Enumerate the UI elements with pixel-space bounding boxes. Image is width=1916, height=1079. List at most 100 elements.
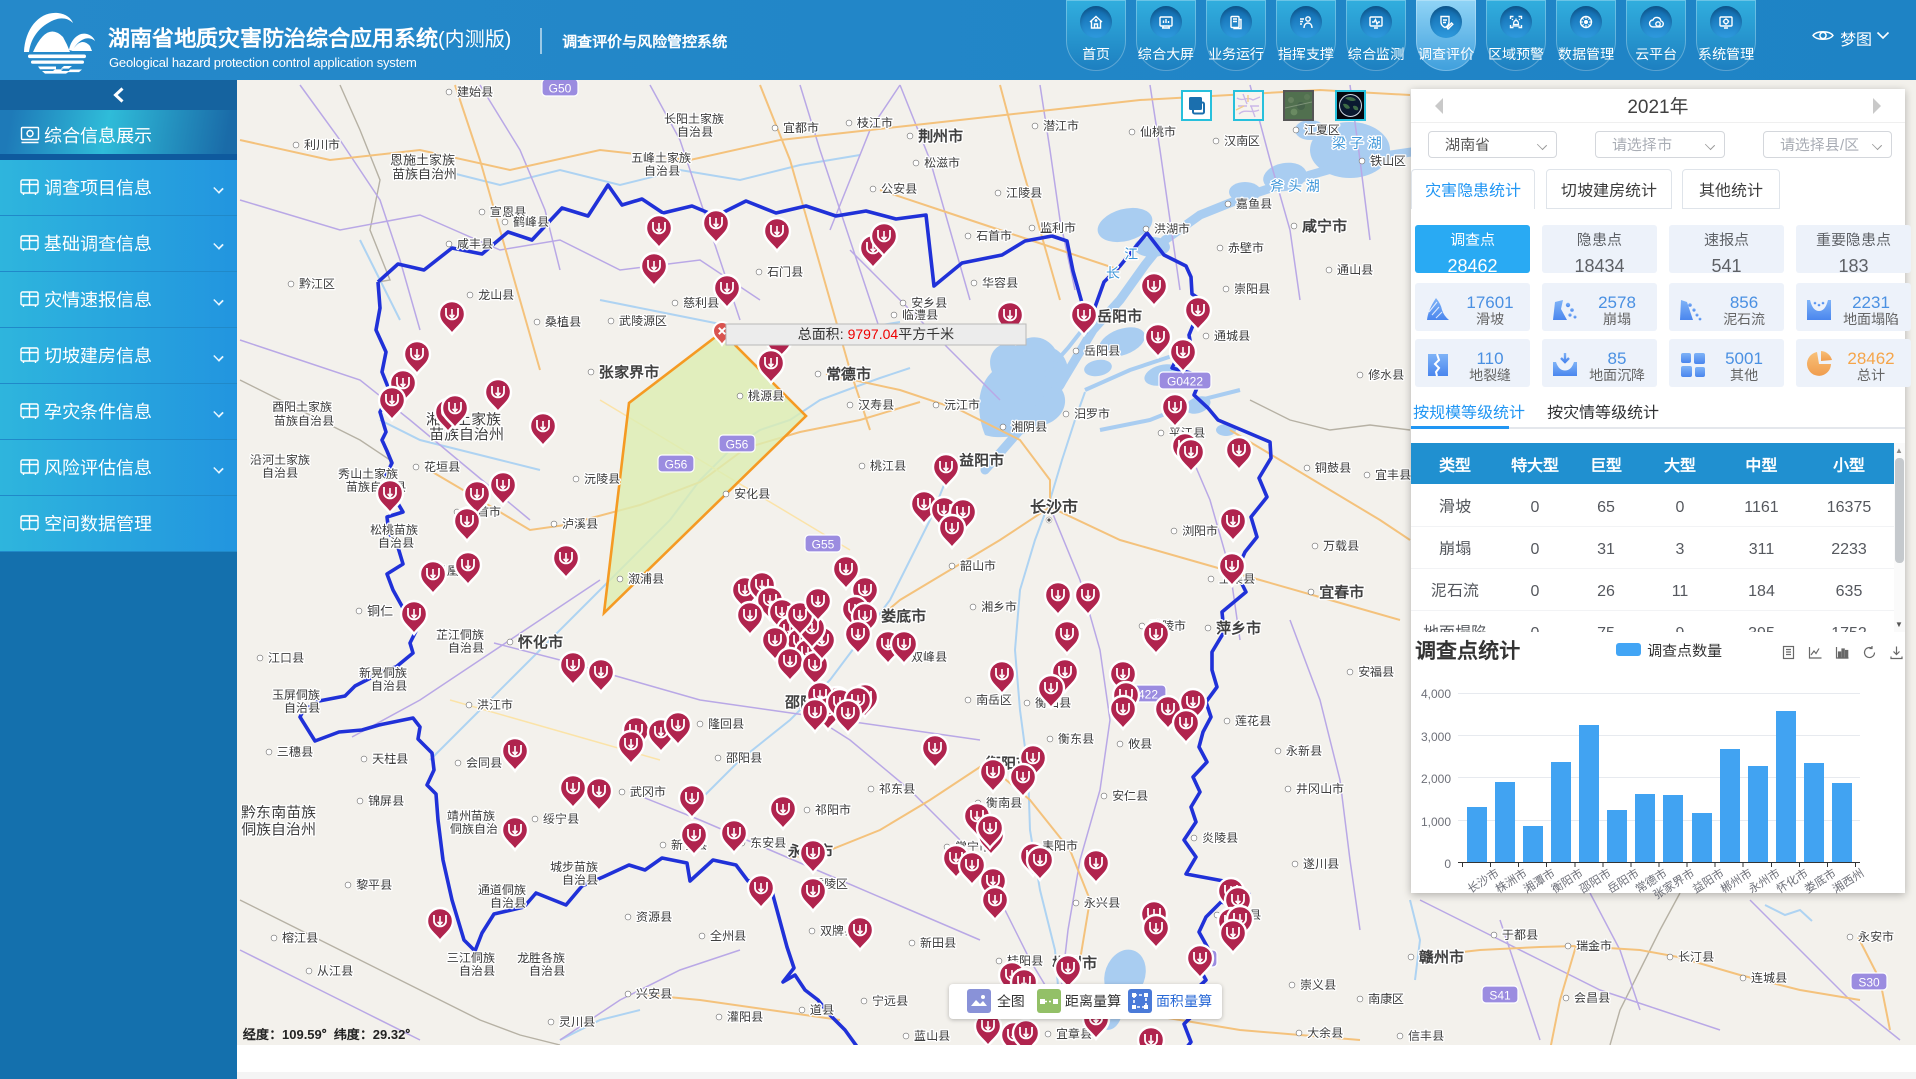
- svg-text:道县: 道县: [810, 1001, 834, 1018]
- svg-text:武陵源区: 武陵源区: [619, 312, 667, 329]
- svg-text:咸宁市: 咸宁市: [1301, 215, 1347, 236]
- svg-text:崇阳县: 崇阳县: [1234, 280, 1270, 297]
- svg-text:S30: S30: [1858, 976, 1880, 990]
- svg-text:从江县: 从江县: [317, 962, 353, 979]
- svg-text:隆回县: 隆回县: [708, 715, 744, 732]
- svg-text:会同县: 会同县: [466, 754, 502, 771]
- svg-text:桃江县: 桃江县: [870, 457, 906, 474]
- svg-text:汨罗市: 汨罗市: [1074, 405, 1110, 422]
- svg-text:自治县: 自治县: [644, 162, 680, 179]
- svg-text:利川市: 利川市: [304, 136, 340, 153]
- svg-text:长沙市: 长沙市: [1030, 494, 1078, 518]
- svg-text:荆州市: 荆州市: [918, 125, 963, 146]
- svg-text:衡南县: 衡南县: [986, 794, 1022, 811]
- svg-text:灌阳县: 灌阳县: [727, 1008, 763, 1025]
- svg-text:修水县: 修水县: [1368, 366, 1404, 383]
- svg-text:资源县: 资源县: [636, 908, 672, 925]
- svg-text:铁山区: 铁山区: [1370, 152, 1406, 169]
- svg-text:嘉鱼县: 嘉鱼县: [1236, 195, 1272, 212]
- svg-text:G56: G56: [665, 458, 688, 472]
- svg-text:S41: S41: [1489, 989, 1511, 1003]
- svg-text:G55: G55: [812, 538, 835, 552]
- svg-text:衡东县: 衡东县: [1058, 730, 1094, 747]
- svg-text:石门县: 石门县: [767, 263, 803, 280]
- svg-text:兴安县: 兴安县: [636, 985, 672, 1002]
- svg-text:宜都市: 宜都市: [783, 119, 819, 136]
- svg-text:井冈山市: 井冈山市: [1296, 780, 1344, 797]
- svg-text:建始县: 建始县: [457, 83, 493, 100]
- svg-text:瑞金市: 瑞金市: [1576, 937, 1612, 954]
- svg-text:自治县: 自治县: [378, 534, 414, 551]
- svg-text:天柱县: 天柱县: [372, 750, 408, 767]
- svg-text:桃源县: 桃源县: [748, 387, 784, 404]
- svg-text:岳阳市: 岳阳市: [1097, 305, 1142, 326]
- svg-text:永安市: 永安市: [1857, 928, 1894, 945]
- svg-text:常德市: 常德市: [826, 363, 871, 384]
- svg-text:慈利县: 慈利县: [683, 294, 719, 311]
- svg-text:黎平县: 黎平县: [356, 876, 392, 893]
- svg-text:浏阳市: 浏阳市: [1182, 522, 1218, 539]
- svg-text:崇义县: 崇义县: [1300, 976, 1336, 993]
- svg-text:泸溪县: 泸溪县: [562, 515, 598, 532]
- svg-text:汉南区: 汉南区: [1224, 132, 1260, 149]
- svg-text:永兴县: 永兴县: [1083, 894, 1120, 911]
- svg-text:东安县: 东安县: [750, 834, 786, 851]
- svg-text:苗族自治州: 苗族自治州: [429, 423, 504, 444]
- svg-text:梁 子 湖: 梁 子 湖: [1332, 133, 1382, 153]
- svg-text:侗族自治: 侗族自治: [450, 820, 498, 837]
- svg-text:枝江市: 枝江市: [857, 114, 893, 131]
- svg-text:自治县: 自治县: [459, 962, 495, 979]
- svg-text:祁阳市: 祁阳市: [815, 801, 851, 818]
- svg-text:榕江县: 榕江县: [282, 929, 318, 946]
- svg-text:溆浦县: 溆浦县: [628, 570, 664, 587]
- svg-text:黔江区: 黔江区: [299, 275, 335, 292]
- svg-text:萍乡市: 萍乡市: [1215, 617, 1261, 638]
- svg-text:自治县: 自治县: [371, 677, 407, 694]
- svg-text:咸丰县: 咸丰县: [457, 235, 493, 252]
- svg-text:监利市: 监利市: [1040, 219, 1076, 236]
- svg-text:侗族自治州: 侗族自治州: [241, 818, 316, 839]
- svg-text:会昌县: 会昌县: [1574, 989, 1610, 1006]
- svg-text:龙山县: 龙山县: [478, 286, 514, 303]
- svg-text:湘阴县: 湘阴县: [1011, 418, 1047, 435]
- svg-text:自治县: 自治县: [448, 639, 484, 656]
- svg-text:江口县: 江口县: [268, 649, 304, 666]
- svg-text:万载县: 万载县: [1323, 537, 1359, 554]
- svg-text:灵川县: 灵川县: [559, 1013, 595, 1030]
- svg-text:长: 长: [1106, 263, 1120, 283]
- svg-text:斧 头 湖: 斧 头 湖: [1270, 176, 1320, 196]
- svg-text:铜鼓县: 铜鼓县: [1315, 459, 1351, 476]
- svg-text:益阳市: 益阳市: [959, 449, 1004, 470]
- svg-text:赣州市: 赣州市: [1418, 946, 1464, 967]
- svg-text:苗族自治县: 苗族自治县: [274, 412, 334, 429]
- svg-text:安化县: 安化县: [734, 485, 770, 502]
- svg-text:自治县: 自治县: [562, 871, 598, 888]
- svg-text:潜江市: 潜江市: [1043, 117, 1079, 134]
- svg-text:永新县: 永新县: [1285, 742, 1322, 759]
- svg-text:岳阳县: 岳阳县: [1084, 342, 1120, 359]
- svg-text:自治县: 自治县: [490, 894, 526, 911]
- svg-text:仙桃市: 仙桃市: [1140, 123, 1176, 140]
- svg-text:莲花县: 莲花县: [1235, 712, 1271, 729]
- svg-text:信丰县: 信丰县: [1408, 1027, 1444, 1044]
- svg-text:南康区: 南康区: [1368, 990, 1404, 1007]
- svg-text:新田县: 新田县: [920, 934, 956, 951]
- svg-text:铜仁: 铜仁: [367, 601, 393, 620]
- svg-text:攸县: 攸县: [1128, 735, 1152, 752]
- svg-text:洪湖市: 洪湖市: [1154, 220, 1190, 237]
- svg-text:公安县: 公安县: [881, 180, 917, 197]
- svg-text:蓝山县: 蓝山县: [914, 1027, 950, 1044]
- svg-text:总面积: 9797.04平方千米: 总面积: 9797.04平方千米: [798, 324, 954, 344]
- svg-text:石首市: 石首市: [976, 227, 1012, 244]
- svg-text:怀化市: 怀化市: [518, 631, 563, 652]
- svg-text:张家界市: 张家界市: [599, 361, 659, 382]
- svg-text:鹤峰县: 鹤峰县: [513, 213, 549, 230]
- svg-text:G0422: G0422: [1167, 375, 1203, 389]
- svg-text:赤壁市: 赤壁市: [1228, 239, 1264, 256]
- svg-text:大余县: 大余县: [1307, 1024, 1343, 1041]
- svg-text:通城县: 通城县: [1214, 327, 1250, 344]
- svg-text:华容县: 华容县: [982, 274, 1018, 291]
- svg-text:江: 江: [1124, 244, 1138, 264]
- svg-text:宜春市: 宜春市: [1319, 581, 1364, 602]
- svg-text:韶山市: 韶山市: [960, 557, 996, 574]
